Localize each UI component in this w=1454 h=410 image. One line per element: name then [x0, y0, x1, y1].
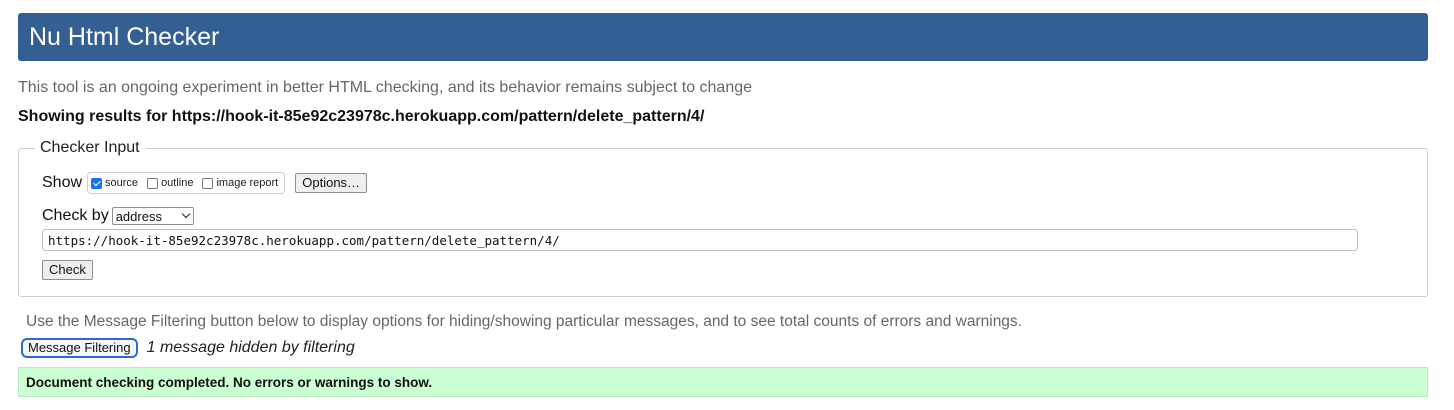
- results-heading: Showing results for https://hook-it-85e9…: [18, 108, 705, 125]
- page-title: Nu Html Checker: [29, 22, 220, 51]
- url-input[interactable]: https://hook-it-85e92c23978c.herokuapp.c…: [42, 229, 1358, 251]
- check-button[interactable]: Check: [42, 260, 93, 280]
- image-report-checkbox[interactable]: [202, 177, 214, 189]
- source-label: source: [105, 177, 139, 189]
- check-by-row: Check by address: [42, 207, 194, 225]
- show-options-group: source outline image report: [87, 172, 286, 194]
- hidden-message-count: 1 message hidden by filtering: [146, 339, 355, 356]
- check-by-label: Check by: [42, 207, 109, 224]
- options-button[interactable]: Options…: [295, 173, 368, 193]
- message-filtering-button[interactable]: Message Filtering: [22, 339, 137, 357]
- intro-text: This tool is an ongoing experiment in be…: [18, 79, 753, 96]
- show-label: Show: [42, 174, 83, 191]
- outline-label: outline: [161, 177, 194, 189]
- success-message: Document checking completed. No errors o…: [18, 367, 1428, 397]
- url-input-value: https://hook-it-85e92c23978c.herokuapp.c…: [48, 232, 560, 248]
- chevron-down-icon: [181, 209, 190, 219]
- show-options-row: Show source outline image report Options…: [42, 172, 368, 194]
- filtering-row: Message Filtering 1 message hidden by fi…: [22, 339, 355, 357]
- check-by-select[interactable]: address: [111, 207, 194, 225]
- source-checkbox[interactable]: [91, 177, 103, 189]
- show-source-option[interactable]: source: [91, 177, 138, 189]
- success-message-text: Document checking completed. No errors o…: [26, 374, 433, 390]
- show-image-report-option[interactable]: image report: [202, 177, 278, 189]
- filtering-info-text: Use the Message Filtering button below t…: [26, 313, 1022, 330]
- check-by-value: address: [115, 208, 162, 224]
- page-header: Nu Html Checker: [18, 13, 1428, 61]
- outline-checkbox[interactable]: [147, 177, 159, 189]
- show-outline-option[interactable]: outline: [147, 177, 193, 189]
- checker-input-fieldset: Checker Input Show source outline image …: [18, 139, 1428, 297]
- checker-input-legend: Checker Input: [35, 139, 146, 157]
- image-report-label: image report: [216, 177, 279, 189]
